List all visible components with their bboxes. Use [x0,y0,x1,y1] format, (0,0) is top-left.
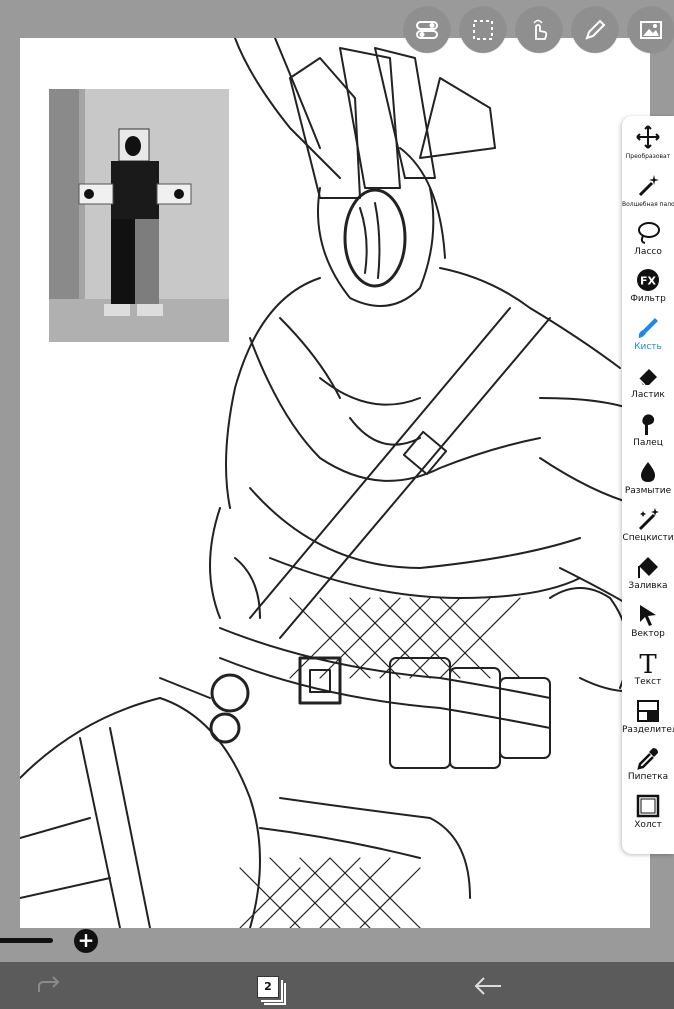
tool-label: Текст [634,676,662,687]
tool-label: Ластик [631,389,665,400]
tool-label: Холст [634,820,662,831]
tool-vector[interactable]: Вектор [622,600,674,648]
toggle-icon [416,21,438,39]
drawing-canvas[interactable] [20,38,650,928]
selection-icon [473,20,493,40]
tool-label: Палец [633,437,663,448]
layers-button[interactable]: 2 [255,972,286,1005]
divider-icon [637,699,659,722]
image-icon [640,21,662,39]
add-button[interactable]: + [74,929,98,953]
fill-icon [638,557,658,579]
tool-magic-wand[interactable]: Волшебная палочка [622,170,674,218]
bottom-bar: 2 [0,962,674,1009]
tool-label: Размытие [624,485,672,496]
touch-icon [533,19,548,40]
tool-brush[interactable]: Кисть [622,313,674,361]
tool-label: Вектор [631,628,665,639]
tool-eyedropper[interactable]: Пипетка [622,743,674,791]
tool-transform[interactable]: Преобразоват [622,122,674,170]
tool-canvas[interactable]: Холст [622,791,674,839]
pen-button[interactable] [572,7,618,53]
eraser-icon [638,368,657,386]
image-button[interactable] [628,7,674,53]
tool-label: Заливка [628,581,668,592]
back-arrow-icon[interactable] [473,972,503,1000]
smudge-icon [642,414,655,435]
transform-icon [636,125,660,149]
tool-eraser[interactable]: Ластик [622,361,674,409]
tool-panel: Преобразоват Волшебная палочка Лассо FX … [622,116,674,854]
vector-icon [640,604,656,626]
plus-icon: + [77,928,95,952]
tool-lasso[interactable]: Лассо [622,218,674,266]
tool-label: Разделитель [622,724,674,735]
tool-blur[interactable]: Размытие [622,457,674,505]
tool-divider[interactable]: Разделитель [622,696,674,744]
tool-label: Пипетка [627,772,669,783]
brush-icon [638,318,658,339]
redo-icon[interactable] [35,972,63,1000]
layer-count: 2 [257,976,279,998]
tool-special-brush[interactable]: Спецкисти [622,504,674,552]
canvas-icon [636,794,660,818]
tool-smudge[interactable]: Палец [622,409,674,457]
selection-button[interactable] [460,7,506,53]
reference-image[interactable] [49,89,229,342]
tool-label: Преобразоват [625,153,671,160]
tool-label: Спецкисти [622,533,674,544]
tool-label: Лассо [634,246,662,257]
tool-fill[interactable]: Заливка [622,552,674,600]
tool-text[interactable]: T Текст [622,648,674,696]
filter-fx-icon: FX [637,269,659,292]
text-icon: T [639,650,657,676]
pen-icon [585,19,606,40]
special-brush-icon [638,508,659,531]
touch-button[interactable] [516,7,562,53]
reference-photo [49,89,229,342]
brush-size-slider[interactable] [0,938,53,943]
blur-icon [641,461,655,482]
tool-label: Фильтр [630,294,666,305]
magic-wand-icon [638,174,659,196]
toggle-button[interactable] [404,7,450,53]
svg-text:FX: FX [640,275,657,288]
tool-filter[interactable]: FX Фильтр [622,265,674,313]
tool-label: Кисть [634,342,662,353]
lasso-icon [638,221,660,244]
eyedropper-icon [637,748,658,771]
svg-text:T: T [639,650,657,676]
tool-label: Волшебная палочка [622,200,674,208]
top-toolbar [404,7,674,53]
